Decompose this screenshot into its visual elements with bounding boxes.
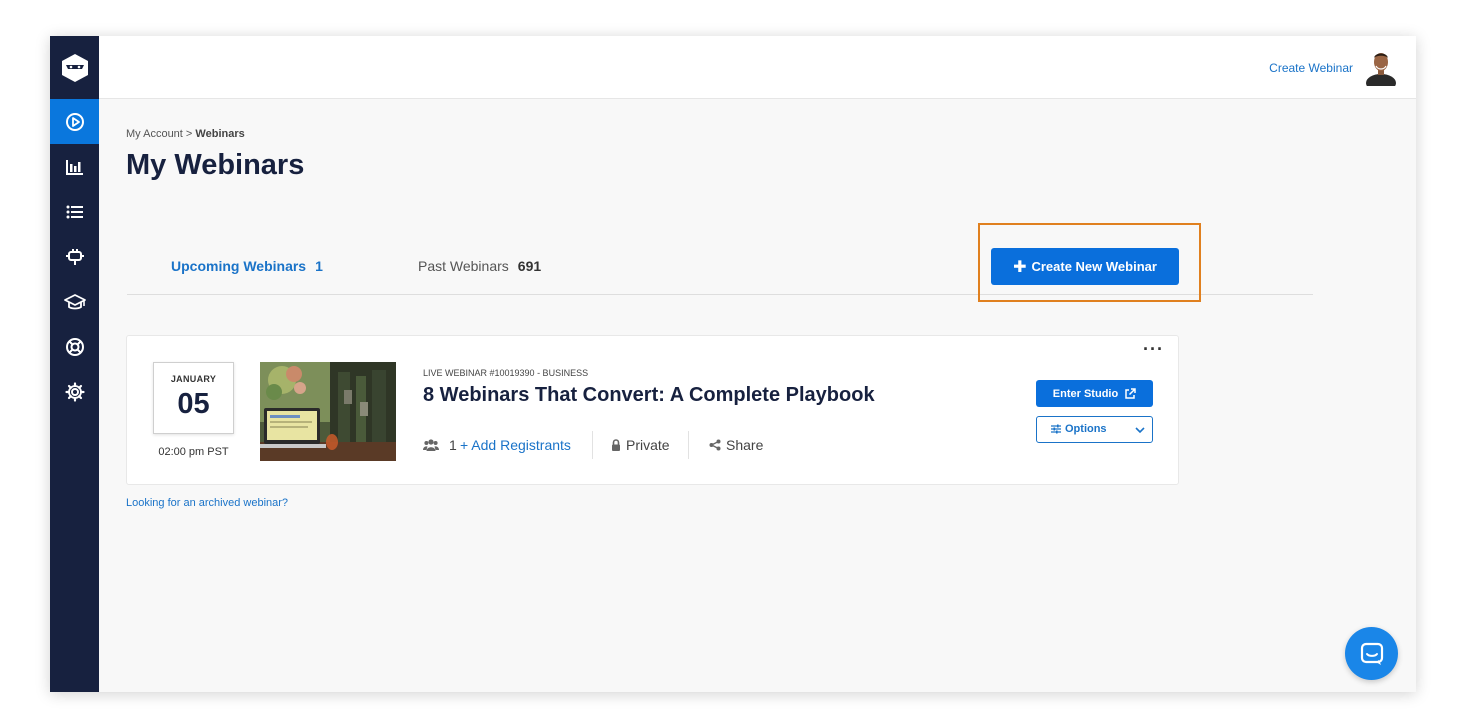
- bar-chart-icon: [65, 159, 83, 175]
- top-bar: Create Webinar: [99, 36, 1416, 99]
- ninja-logo-icon[interactable]: [50, 36, 99, 99]
- tab-past-label: Past Webinars: [418, 258, 509, 274]
- date-day: 05: [177, 388, 210, 420]
- share-label: Share: [726, 437, 764, 453]
- create-new-webinar-label: Create New Webinar: [1031, 259, 1157, 274]
- sidebar: [50, 36, 99, 692]
- avatar[interactable]: [1365, 49, 1397, 92]
- gear-icon: [64, 381, 85, 402]
- play-circle-icon: [65, 112, 84, 131]
- privacy-toggle[interactable]: Private: [611, 437, 670, 453]
- date-month: JANUARY: [170, 374, 217, 384]
- breadcrumb: My Account > Webinars: [126, 128, 245, 140]
- nav-settings[interactable]: [50, 369, 99, 414]
- archived-webinar-link[interactable]: Looking for an archived webinar?: [126, 497, 288, 509]
- tab-past-count: 691: [517, 258, 542, 274]
- external-link-icon: [1125, 387, 1136, 399]
- sliders-icon: [1051, 424, 1061, 434]
- webinar-type-line: LIVE WEBINAR #10019390 - BUSINESS: [423, 368, 589, 378]
- more-options-button[interactable]: ···: [1143, 340, 1164, 358]
- webinar-thumbnail[interactable]: [260, 362, 396, 461]
- users-icon: [423, 439, 439, 451]
- app-window: Create Webinar My Account > Webinars My …: [50, 36, 1416, 692]
- chat-icon: [1360, 642, 1383, 665]
- nav-analytics[interactable]: [50, 144, 99, 189]
- options-label: Options: [1065, 423, 1107, 435]
- nav-support[interactable]: [50, 324, 99, 369]
- chat-launcher-button[interactable]: [1345, 627, 1398, 680]
- plus-icon: ✚: [1013, 258, 1027, 276]
- nav-list[interactable]: [50, 189, 99, 234]
- share-icon: [709, 439, 721, 451]
- privacy-label: Private: [626, 437, 670, 453]
- graduation-cap-icon: [63, 293, 86, 309]
- breadcrumb-separator: >: [185, 128, 193, 140]
- nav-webinars[interactable]: [50, 99, 99, 144]
- registrants-number: 1: [449, 437, 457, 453]
- tab-past-webinars[interactable]: Past Webinars 691: [418, 258, 541, 274]
- add-registrants-link[interactable]: + Add Registrants: [460, 437, 571, 453]
- lifebuoy-icon: [65, 337, 84, 356]
- meta-divider: [688, 431, 689, 459]
- webinar-title[interactable]: 8 Webinars That Convert: A Complete Play…: [423, 384, 875, 407]
- date-badge: JANUARY 05: [153, 362, 234, 434]
- options-dropdown[interactable]: Options: [1036, 416, 1153, 443]
- tab-upcoming-count: 1: [315, 258, 323, 274]
- share-button[interactable]: Share: [709, 437, 763, 453]
- create-webinar-link[interactable]: Create Webinar: [1269, 61, 1353, 75]
- create-new-webinar-button[interactable]: ✚ Create New Webinar: [991, 248, 1179, 285]
- tab-upcoming-label: Upcoming Webinars: [171, 258, 307, 274]
- breadcrumb-parent[interactable]: My Account: [126, 128, 183, 140]
- chevron-down-icon: [1135, 427, 1145, 434]
- list-icon: [66, 205, 83, 218]
- plugin-icon: [65, 248, 84, 265]
- enter-studio-button[interactable]: Enter Studio: [1036, 380, 1153, 407]
- tab-upcoming-webinars[interactable]: Upcoming Webinars 1: [171, 258, 323, 274]
- breadcrumb-current: Webinars: [195, 128, 245, 140]
- registrants-count: 1: [423, 437, 457, 453]
- webinar-time: 02:00 pm PST: [158, 446, 229, 458]
- meta-divider: [592, 431, 593, 459]
- nav-academy[interactable]: [50, 279, 99, 324]
- page-title: My Webinars: [126, 149, 305, 181]
- lock-icon: [612, 439, 620, 451]
- enter-studio-label: Enter Studio: [1052, 387, 1119, 400]
- webinar-card: ··· JANUARY 05 02:00 pm PST LIVE WEBINAR…: [126, 335, 1179, 485]
- nav-integrations[interactable]: [50, 234, 99, 279]
